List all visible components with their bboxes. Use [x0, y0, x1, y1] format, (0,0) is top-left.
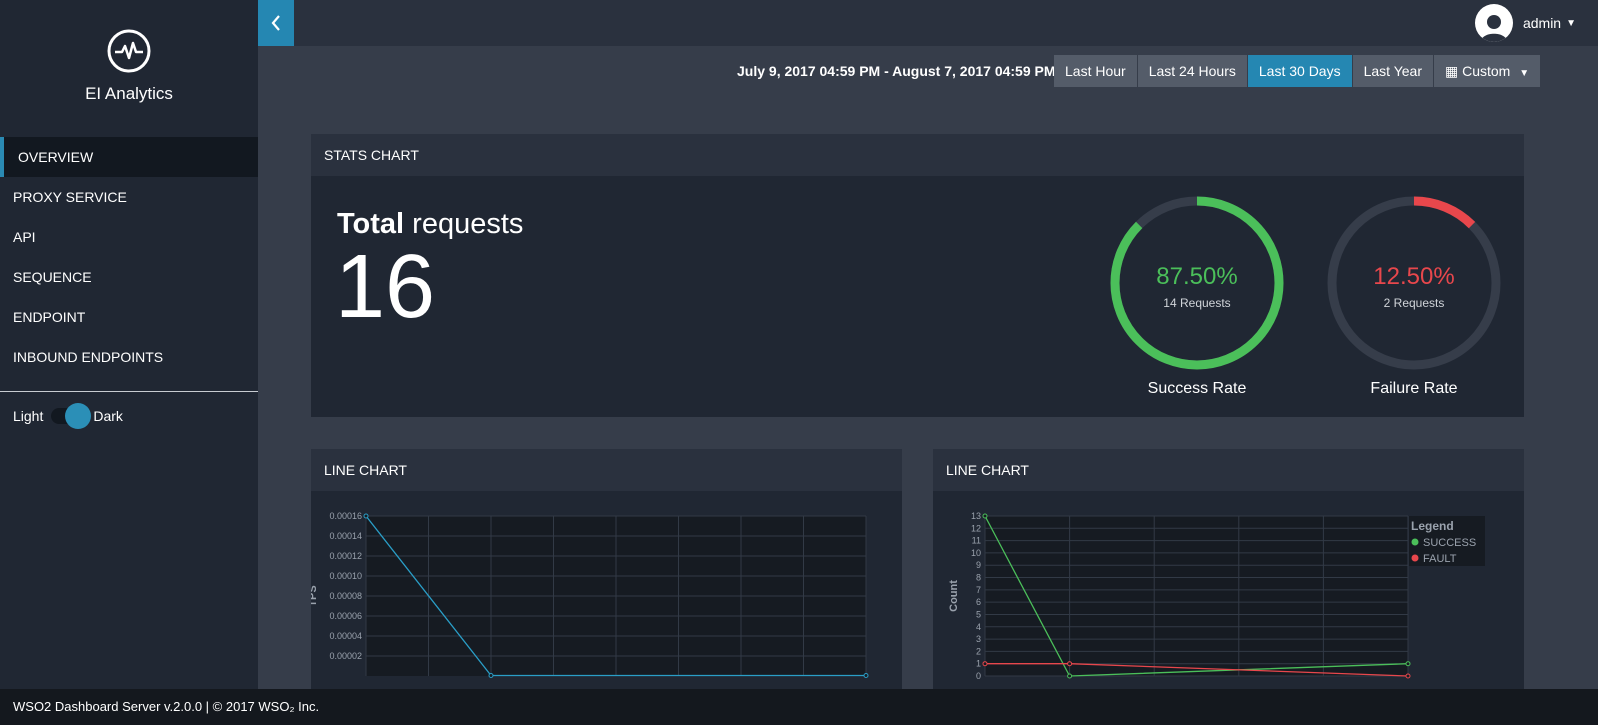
failure-rate-percent: 12.50% — [1373, 263, 1455, 290]
y-tick-label: 0.00008 — [329, 591, 362, 601]
top-bar: admin ▼ — [258, 0, 1598, 46]
y-tick-label: 0.00014 — [329, 531, 362, 541]
calendar-icon: ▦ — [1444, 63, 1459, 79]
chevron-left-icon — [271, 15, 280, 31]
failure-request-count: 2 Requests — [1383, 296, 1445, 310]
data-point — [363, 513, 369, 519]
y-tick-label: 3 — [976, 634, 981, 644]
y-axis-label: TPS — [311, 585, 319, 606]
analytics-logo-icon — [107, 29, 151, 73]
success-request-count: 14 Requests — [1163, 296, 1231, 310]
data-point — [863, 673, 869, 678]
sidebar-nav: OVERVIEW PROXY SERVICE API SEQUENCE ENDP… — [0, 137, 258, 377]
custom-range-button[interactable]: ▦ Custom ▼ — [1433, 55, 1541, 87]
brand: EI Analytics — [0, 0, 258, 135]
data-point — [1067, 661, 1073, 667]
data-point — [982, 661, 988, 667]
y-tick-label: 1 — [976, 659, 981, 669]
user-name: admin — [1522, 15, 1562, 31]
last-year-button[interactable]: Last Year — [1352, 55, 1433, 87]
footer: WSO2 Dashboard Server v.2.0.0 | © 2017 W… — [0, 689, 1598, 725]
date-range-text: July 9, 2017 04:59 PM - August 7, 2017 0… — [737, 63, 1056, 79]
y-tick-label: 6 — [976, 597, 981, 607]
date-range-buttons: Last Hour Last 24 Hours Last 30 Days Las… — [1054, 55, 1541, 87]
legend-title: Legend — [1411, 519, 1454, 533]
caret-down-icon: ▼ — [1519, 68, 1530, 79]
theme-dark-label: Dark — [93, 408, 123, 424]
custom-range-label: Custom — [1462, 63, 1511, 79]
y-tick-label: 0.00016 — [329, 511, 362, 521]
sidebar-item-api[interactable]: API — [0, 217, 258, 257]
sidebar-item-proxy-service[interactable]: PROXY SERVICE — [0, 177, 258, 217]
legend-marker — [1411, 538, 1419, 546]
y-tick-label: 7 — [976, 585, 981, 595]
data-point — [1405, 661, 1411, 667]
failure-rate-gauge: 12.50% 2 Requests — [1324, 193, 1504, 373]
sidebar-item-endpoint[interactable]: ENDPOINT — [0, 297, 258, 337]
last-hour-button[interactable]: Last Hour — [1054, 55, 1137, 87]
failure-rate-label: Failure Rate — [1370, 380, 1458, 397]
sidebar-item-overview[interactable]: OVERVIEW — [0, 137, 258, 177]
count-line-chart-panel: LINE CHART 0 1 2 3 4 5 6 7 8 9 10 11 12 13 Count Legend… — [933, 449, 1524, 689]
caret-down-icon: ▼ — [1566, 17, 1576, 29]
plot-area — [985, 516, 1408, 676]
success-rate-percent: 87.50% — [1156, 263, 1238, 290]
y-tick-label: 0.00004 — [329, 631, 362, 641]
stats-panel: STATS CHART Total requests 16 87.50% 14 … — [311, 134, 1524, 417]
success-rate-gauge: 87.50% 14 Requests — [1107, 193, 1287, 373]
theme-switch[interactable] — [51, 403, 92, 429]
y-tick-label: 0.00002 — [329, 651, 362, 661]
theme-light-label: Light — [13, 408, 44, 424]
data-point — [982, 513, 988, 519]
y-tick-label: 4 — [976, 622, 981, 632]
data-point — [1067, 673, 1073, 679]
y-tick-label: 2 — [976, 646, 981, 656]
sidebar-divider — [0, 391, 258, 392]
y-tick-label: 0.00006 — [329, 611, 362, 621]
avatar — [1474, 4, 1513, 42]
tps-chart-title: LINE CHART — [311, 449, 902, 491]
y-tick-label: 5 — [976, 609, 981, 619]
success-rate-label: Success Rate — [1147, 380, 1247, 397]
y-tick-label: 9 — [976, 560, 981, 570]
sidebar-item-sequence[interactable]: SEQUENCE — [0, 257, 258, 297]
tps-line-chart: 0.00002 0.00004 0.00006 0.00008 0.00010 0.000… — [311, 511, 869, 678]
data-point — [1405, 673, 1411, 679]
y-axis-label: Count — [948, 580, 960, 612]
user-menu[interactable]: admin ▼ — [1474, 4, 1576, 42]
sidebar: EI Analytics OVERVIEW PROXY SERVICE API … — [0, 0, 258, 689]
y-tick-label: 8 — [976, 573, 981, 583]
last-30-days-button[interactable]: Last 30 Days — [1247, 55, 1352, 87]
count-chart-title: LINE CHART — [933, 449, 1524, 491]
legend-entry: SUCCESS — [1423, 537, 1476, 549]
y-tick-label: 13 — [971, 511, 981, 521]
y-tick-label: 0.00010 — [329, 571, 362, 581]
count-line-chart: 012345678910111213CountLegendSUCCESSFAUL… — [948, 511, 1485, 681]
total-requests-value: 16 — [335, 237, 436, 337]
data-point — [488, 673, 494, 678]
app-title: EI Analytics — [85, 84, 173, 103]
stats-panel-title: STATS CHART — [311, 134, 1524, 176]
y-tick-label: 0 — [976, 671, 981, 681]
sidebar-item-inbound-endpoints[interactable]: INBOUND ENDPOINTS — [0, 337, 258, 377]
legend-entry: FAULT — [1423, 553, 1457, 565]
theme-toggle: Light Dark — [13, 403, 123, 429]
y-tick-label: 11 — [972, 536, 981, 546]
user-icon — [1480, 15, 1507, 42]
last-24-hours-button[interactable]: Last 24 Hours — [1137, 55, 1247, 87]
theme-switch-knob[interactable] — [65, 403, 92, 429]
y-tick-label: 12 — [971, 523, 981, 533]
y-tick-label: 0.00012 — [329, 551, 362, 561]
legend-marker — [1411, 554, 1419, 562]
tps-line-chart-panel: LINE CHART 0.00002 0.00004 0.00006 0.00008 0… — [311, 449, 902, 689]
collapse-sidebar-button[interactable] — [258, 0, 294, 46]
y-tick-label: 10 — [971, 548, 981, 558]
